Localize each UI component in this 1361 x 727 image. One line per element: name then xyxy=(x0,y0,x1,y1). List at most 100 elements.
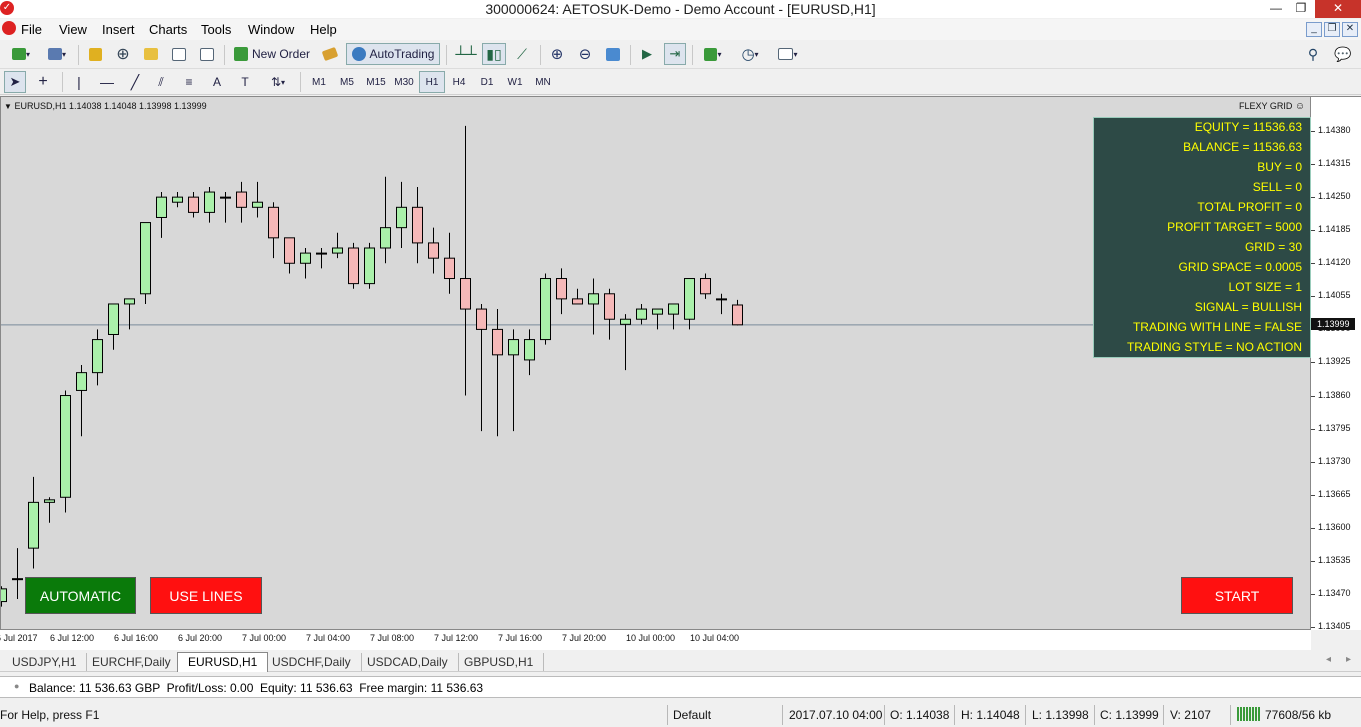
timeframe-m5[interactable]: M5 xyxy=(334,71,360,93)
channel-icon: ⫽ xyxy=(158,74,164,89)
time-label: 7 Jul 16:00 xyxy=(498,633,543,643)
chart-window-icon[interactable] xyxy=(2,21,16,35)
auto-scroll-button[interactable]: ▶ xyxy=(636,43,658,65)
tab-scroll-left-icon[interactable]: ◂ xyxy=(1326,654,1331,665)
tab-scroll-right-icon[interactable]: ▸ xyxy=(1346,654,1351,665)
menu-view[interactable]: View xyxy=(59,22,87,37)
zoom-out-button[interactable]: ⊖ xyxy=(574,43,596,65)
candle xyxy=(284,237,295,274)
timeframe-mn[interactable]: MN xyxy=(530,71,556,93)
profiles-button[interactable]: ▾ xyxy=(42,43,72,65)
automatic-button[interactable]: AUTOMATIC xyxy=(25,577,136,614)
new-order-button[interactable]: New Order xyxy=(230,43,314,65)
menu-help[interactable]: Help xyxy=(310,22,337,37)
bar-chart-button[interactable]: ┴┴ xyxy=(454,43,478,65)
new-chart-button[interactable]: ▾ xyxy=(4,43,38,65)
time-label: 7 Jul 08:00 xyxy=(370,633,415,643)
status-separator xyxy=(1094,705,1095,725)
navigator-button[interactable] xyxy=(140,43,162,65)
timeframe-h4[interactable]: H4 xyxy=(446,71,472,93)
timeframe-m15[interactable]: M15 xyxy=(362,71,390,93)
tab-usdcad-daily[interactable]: USDCAD,Daily xyxy=(357,653,459,671)
status-separator xyxy=(884,705,885,725)
price-tick xyxy=(1311,494,1315,496)
equidistant-channel-button[interactable]: ⫽ xyxy=(150,71,172,93)
candle xyxy=(588,278,599,335)
candlestick-button[interactable]: ▮▯ xyxy=(482,43,506,65)
minimize-icon[interactable]: — xyxy=(1262,0,1290,18)
timeframe-d1[interactable]: D1 xyxy=(474,71,500,93)
bear-candle-body xyxy=(412,206,423,244)
price-label: 1.13600 xyxy=(1318,521,1351,532)
timeframe-w1[interactable]: W1 xyxy=(502,71,528,93)
timeframe-h1[interactable]: H1 xyxy=(419,71,445,93)
bear-candle-body xyxy=(556,278,567,300)
close-icon[interactable]: ✕ xyxy=(1315,0,1361,18)
candle xyxy=(108,303,119,350)
navigator-icon xyxy=(144,48,158,60)
strategy-tester-icon xyxy=(200,47,214,61)
vertical-line-button[interactable]: | xyxy=(68,71,90,93)
collapse-arrow-icon[interactable]: ▼ xyxy=(4,102,12,111)
templates-icon xyxy=(778,48,794,60)
tab-eurchf-daily[interactable]: EURCHF,Daily xyxy=(82,653,182,671)
line-chart-button[interactable]: ⟋ xyxy=(510,43,534,65)
data-window-button[interactable]: ⊕ xyxy=(112,43,134,65)
tab-usdjpy-h1[interactable]: USDJPY,H1 xyxy=(2,653,88,671)
candle xyxy=(620,314,631,371)
ea-smile-icon[interactable]: ☺ xyxy=(1295,101,1305,112)
tab-eurusd-h1[interactable]: EURUSD,H1 xyxy=(177,652,269,672)
menu-charts[interactable]: Charts xyxy=(149,22,187,37)
zoom-in-button[interactable]: ⊕ xyxy=(546,43,568,65)
bear-candle-body xyxy=(572,298,583,305)
price-tick xyxy=(1311,197,1315,199)
cursor-tool-button[interactable]: ➤ xyxy=(4,71,26,93)
chart-symbol-info: EURUSD,H1 1.14038 1.14048 1.13998 1.1399… xyxy=(14,101,207,111)
text-label-button[interactable]: T xyxy=(234,71,256,93)
restore-icon[interactable]: ❐ xyxy=(1287,0,1315,18)
new-order-icon xyxy=(233,47,248,61)
menu-window[interactable]: Window xyxy=(248,22,294,37)
candle xyxy=(604,288,615,340)
price-tick xyxy=(1311,593,1315,595)
tab-gbpusd-h1[interactable]: GBPUSD,H1 xyxy=(454,653,545,671)
search-button[interactable]: ⚲ xyxy=(1302,43,1324,65)
mdi-minimize-icon[interactable]: _ xyxy=(1306,22,1322,37)
strategy-tester-button[interactable] xyxy=(196,43,218,65)
market-watch-button[interactable] xyxy=(84,43,106,65)
candle xyxy=(156,192,167,238)
mdi-close-icon[interactable]: ✕ xyxy=(1342,22,1358,37)
timeframe-m1[interactable]: M1 xyxy=(306,71,332,93)
mdi-restore-icon[interactable]: ❐ xyxy=(1324,22,1340,37)
bear-candle-body xyxy=(700,278,711,295)
metaeditor-button[interactable] xyxy=(318,43,342,65)
templates-button[interactable]: ▾ xyxy=(772,43,804,65)
time-label: 10 Jul 04:00 xyxy=(690,633,740,643)
trendline-button[interactable]: ╱ xyxy=(124,71,146,93)
candle xyxy=(556,268,567,315)
chat-button[interactable]: 💬 xyxy=(1330,43,1356,65)
toolbar-separator xyxy=(540,45,541,65)
horizontal-line-button[interactable]: — xyxy=(96,71,118,93)
horizontal-line-icon: — xyxy=(100,74,114,90)
use-lines-button[interactable]: USE LINES xyxy=(150,577,262,614)
chart-shift-button[interactable]: ⇥ xyxy=(664,43,686,65)
tile-windows-button[interactable] xyxy=(602,43,624,65)
menu-insert[interactable]: Insert xyxy=(102,22,135,37)
candle xyxy=(572,288,583,305)
periods-button[interactable]: ◷ ▾ xyxy=(734,43,766,65)
terminal-button[interactable] xyxy=(168,43,190,65)
tab-usdchf-daily[interactable]: USDCHF,Daily xyxy=(262,653,362,671)
timeframe-m30[interactable]: M30 xyxy=(390,71,418,93)
status-high: H: 1.14048 xyxy=(961,708,1020,722)
text-tool-button[interactable]: A xyxy=(206,71,228,93)
menu-tools[interactable]: Tools xyxy=(201,22,231,37)
menu-file[interactable]: File xyxy=(21,22,42,37)
text-label-icon: T xyxy=(241,75,249,89)
fibonacci-button[interactable]: ≡ xyxy=(178,71,200,93)
start-button[interactable]: START xyxy=(1181,577,1293,614)
autotrading-button[interactable]: AutoTrading xyxy=(346,43,440,65)
arrows-button[interactable]: ⇅ ▾ xyxy=(262,71,294,93)
crosshair-tool-button[interactable]: + xyxy=(32,71,54,93)
indicators-button[interactable]: ▾ xyxy=(698,43,728,65)
